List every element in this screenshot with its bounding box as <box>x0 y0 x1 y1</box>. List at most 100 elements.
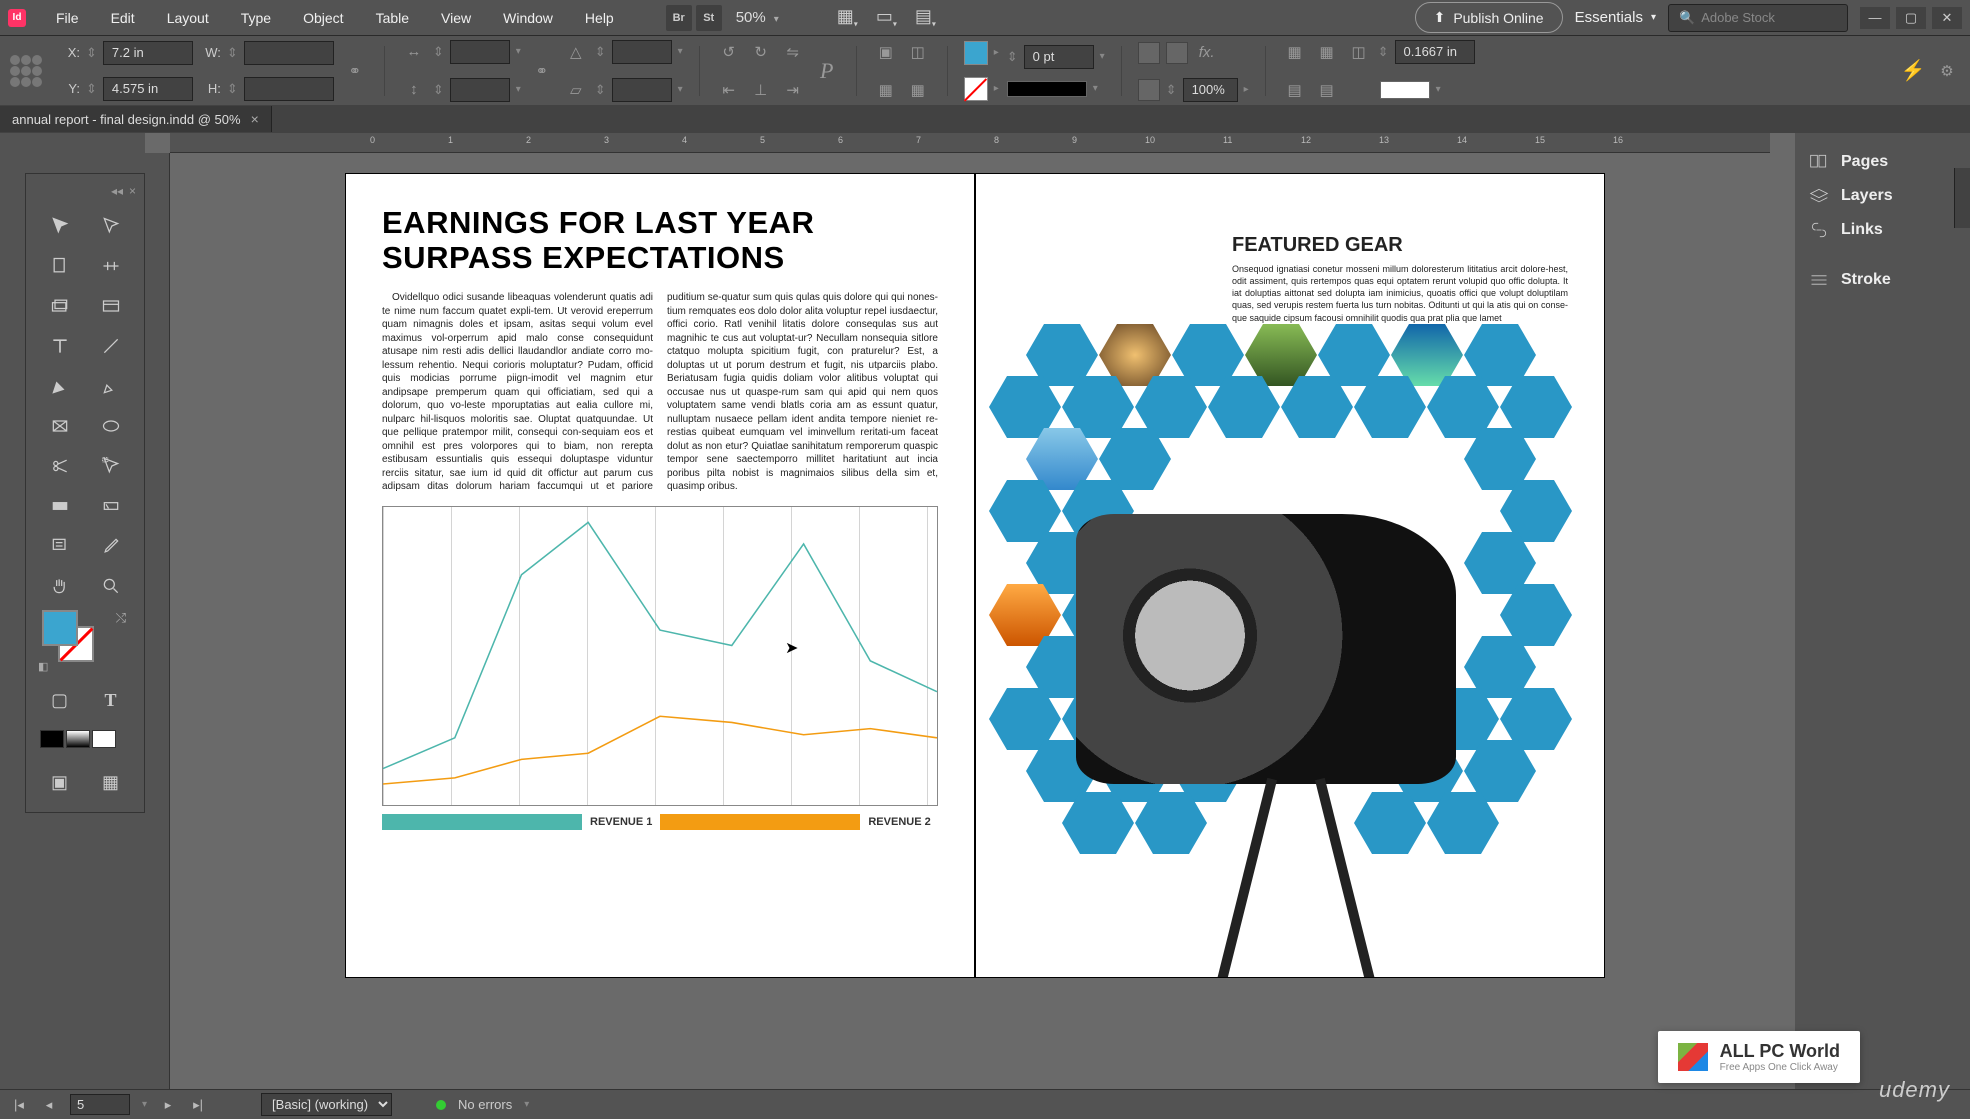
fill-color-swatch[interactable] <box>42 610 78 646</box>
corner-radius-input[interactable] <box>1395 40 1475 64</box>
menu-file[interactable]: File <box>42 4 93 32</box>
flip-start-icon[interactable]: ⇤ <box>716 77 742 103</box>
line-tool[interactable] <box>85 326 136 366</box>
gap-tool[interactable] <box>85 246 136 286</box>
align-top-icon[interactable]: ▤ <box>1282 77 1308 103</box>
opacity-input[interactable] <box>1183 78 1238 102</box>
stroke-weight-input[interactable] <box>1024 45 1094 69</box>
view-options-icon[interactable]: ▦▾ <box>837 6 858 29</box>
rotate-cw-icon[interactable]: ↻ <box>748 39 774 65</box>
prev-page-button[interactable]: ◂ <box>40 1097 58 1113</box>
x-position-input[interactable] <box>103 41 193 65</box>
gradient-feather-swatch[interactable] <box>1380 81 1430 99</box>
y-position-input[interactable] <box>103 77 193 101</box>
constrain-scale-icon[interactable]: ⚭ <box>529 58 555 84</box>
quick-apply-icon[interactable]: ⚡ <box>1900 58 1926 84</box>
next-page-button[interactable]: ▸ <box>159 1097 177 1113</box>
last-page-button[interactable]: ▸| <box>189 1097 207 1113</box>
corners-icon[interactable]: ◫ <box>1346 39 1372 65</box>
publish-online-button[interactable]: ⬆ Publish Online <box>1415 2 1563 33</box>
menu-layout[interactable]: Layout <box>153 4 223 32</box>
gradient-swatch-tool[interactable] <box>34 486 85 526</box>
zoom-tool[interactable] <box>85 566 136 606</box>
first-page-button[interactable]: |◂ <box>10 1097 28 1113</box>
apply-text-icon[interactable]: T <box>85 680 136 720</box>
document-canvas[interactable]: 012345678910111213141516 EARNINGS FOR LA… <box>145 133 1795 1089</box>
page-tool[interactable] <box>34 246 85 286</box>
menu-object[interactable]: Object <box>289 4 357 32</box>
select-content-icon[interactable]: ◫ <box>905 39 931 65</box>
menu-view[interactable]: View <box>427 4 485 32</box>
panel-stroke[interactable]: Stroke <box>1795 263 1970 297</box>
flip-h-icon[interactable]: ⇋ <box>780 39 806 65</box>
note-tool[interactable] <box>34 526 85 566</box>
ellipse-tool[interactable] <box>85 406 136 446</box>
stroke-style-select[interactable] <box>1007 81 1087 97</box>
menu-table[interactable]: Table <box>362 4 423 32</box>
eyedropper-tool[interactable] <box>85 526 136 566</box>
type-tool[interactable] <box>34 326 85 366</box>
pencil-tool[interactable] <box>85 366 136 406</box>
scissors-tool[interactable] <box>34 446 85 486</box>
close-tab-icon[interactable]: × <box>251 111 259 127</box>
maximize-button[interactable]: ▢ <box>1896 7 1926 29</box>
panel-layers[interactable]: Layers <box>1795 179 1970 213</box>
reference-point-grid[interactable] <box>10 55 42 87</box>
rotate-ccw-icon[interactable]: ↺ <box>716 39 742 65</box>
menu-edit[interactable]: Edit <box>97 4 149 32</box>
constrain-proportions-icon[interactable]: ⚭ <box>342 58 368 84</box>
page-number-input[interactable] <box>70 1094 130 1115</box>
scale-x-icon[interactable]: ↔ <box>401 39 427 65</box>
content-placer-tool[interactable] <box>85 286 136 326</box>
text-wrap-none-icon[interactable]: ▦ <box>1282 39 1308 65</box>
content-collector-tool[interactable] <box>34 286 85 326</box>
clear-transform-icon[interactable]: P <box>814 58 840 84</box>
horizontal-ruler[interactable]: 012345678910111213141516 <box>170 133 1770 153</box>
free-transform-tool[interactable] <box>85 446 136 486</box>
scale-y-input[interactable] <box>450 78 510 102</box>
fit-content-icon[interactable] <box>1138 79 1160 101</box>
document-tab[interactable]: annual report - final design.indd @ 50% … <box>0 106 272 132</box>
shear-input[interactable] <box>612 78 672 102</box>
height-input[interactable] <box>244 77 334 101</box>
adobe-stock-search[interactable]: 🔍 Adobe Stock <box>1668 4 1848 32</box>
apply-none-icon[interactable] <box>92 730 116 748</box>
text-wrap-bounding-icon[interactable]: ▦ <box>1314 39 1340 65</box>
fill-frame-icon[interactable] <box>1166 42 1188 64</box>
panel-flyout-handle[interactable] <box>1954 168 1970 228</box>
swap-colors-icon[interactable]: ⤭ <box>116 610 126 626</box>
workspace-switcher[interactable]: Essentials ▾ <box>1575 9 1656 26</box>
menu-type[interactable]: Type <box>227 4 285 32</box>
close-window-button[interactable]: ✕ <box>1932 7 1962 29</box>
arrange-icon[interactable]: ▤▾ <box>915 6 936 29</box>
scale-y-icon[interactable]: ↕ <box>401 77 427 103</box>
rotate-input[interactable] <box>612 40 672 64</box>
apply-black-icon[interactable] <box>40 730 64 748</box>
fx-icon[interactable]: fx. <box>1194 40 1220 66</box>
settings-icon[interactable]: ⚙ <box>1934 58 1960 84</box>
vertical-ruler[interactable] <box>145 153 170 1089</box>
screen-mode-icon[interactable]: ▭▾ <box>876 6 897 29</box>
auto-fit-icon[interactable] <box>1138 42 1160 64</box>
width-input[interactable] <box>244 41 334 65</box>
formatting-container-icon[interactable]: ◧ <box>38 660 48 673</box>
close-panel-icon[interactable]: × <box>129 184 136 200</box>
hand-tool[interactable] <box>34 566 85 606</box>
align-bottom-icon[interactable]: ▤ <box>1314 77 1340 103</box>
apply-color-icon[interactable]: ▢ <box>34 680 85 720</box>
direct-selection-tool[interactable] <box>85 206 136 246</box>
stroke-swatch[interactable] <box>964 77 988 101</box>
view-mode-normal-icon[interactable]: ▣ <box>34 762 85 802</box>
panel-pages[interactable]: Pages <box>1795 145 1970 179</box>
select-prev-icon[interactable]: ▦ <box>873 77 899 103</box>
gradient-feather-tool[interactable] <box>85 486 136 526</box>
pen-tool[interactable] <box>34 366 85 406</box>
shear-icon[interactable]: ▱ <box>563 77 589 103</box>
preflight-profile-select[interactable]: [Basic] (working) <box>261 1093 392 1116</box>
panel-links[interactable]: Links <box>1795 213 1970 247</box>
minimize-button[interactable]: — <box>1860 7 1890 29</box>
bridge-icon[interactable]: Br <box>666 5 692 31</box>
fill-stroke-proxy[interactable]: ⤭ ◧ <box>34 606 136 676</box>
zoom-level[interactable]: 50%▾ <box>726 9 789 26</box>
flip-end-icon[interactable]: ⇥ <box>780 77 806 103</box>
